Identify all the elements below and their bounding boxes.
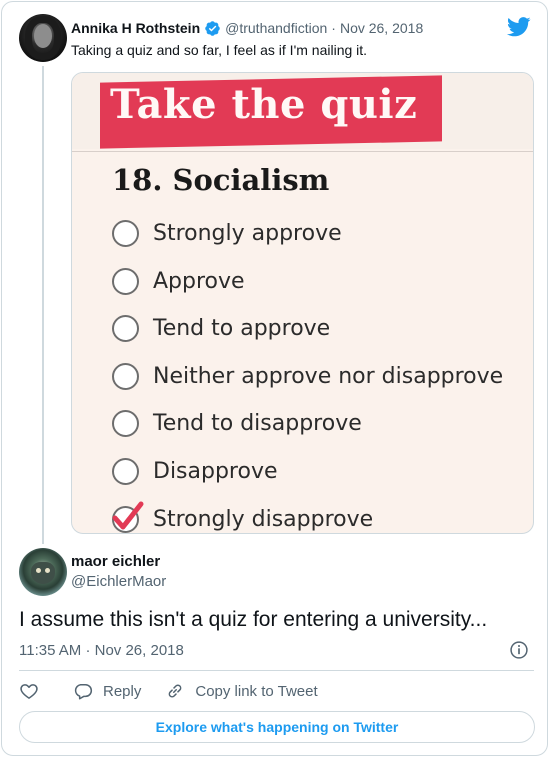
quiz-question-title: 18. Socialism (112, 163, 330, 197)
parent-tweet-text: Taking a quiz and so far, I feel as if I… (71, 42, 368, 58)
reply-label: Reply (103, 682, 142, 700)
quiz-option: Neither approve nor disapprove (112, 361, 503, 391)
quiz-option-label: Neither approve nor disapprove (153, 363, 504, 389)
radio-button-icon (112, 267, 139, 295)
tweet-date[interactable]: Nov 26, 2018 (95, 642, 184, 659)
radio-button-icon (112, 314, 139, 342)
tweet-time[interactable]: 11:35 AM (19, 642, 81, 659)
avatar[interactable] (19, 14, 67, 62)
quiz-option-label: Disapprove (153, 458, 278, 484)
quiz-option-label: Tend to approve (153, 315, 331, 341)
author-handle[interactable]: @EichlerMaor (71, 573, 166, 590)
radio-button-icon (112, 219, 139, 247)
quiz-option-label: Strongly disapprove (153, 506, 374, 532)
verified-badge-icon (205, 20, 220, 36)
reply-button[interactable]: Reply (73, 681, 141, 701)
radio-button-icon (112, 457, 139, 485)
quiz-banner-title: Take the quiz (110, 81, 418, 128)
radio-button-icon (112, 362, 139, 390)
twitter-bird-icon[interactable] (507, 17, 531, 37)
info-icon[interactable] (509, 640, 529, 660)
author-handle[interactable]: @truthandfiction (225, 20, 327, 36)
copy-link-label: Copy link to Tweet (195, 682, 318, 700)
tweet-date[interactable]: Nov 26, 2018 (340, 20, 423, 36)
reply-icon (74, 684, 93, 700)
heart-icon (20, 684, 38, 699)
quiz-option-label: Tend to disapprove (153, 410, 362, 436)
separator-dot: · (331, 20, 336, 36)
tweet-text: I assume this isn't a quiz for entering … (19, 608, 488, 631)
author-name[interactable]: Annika H Rothstein (71, 20, 200, 36)
avatar-eye (36, 568, 41, 573)
copy-link-button[interactable]: Copy link to Tweet (165, 681, 318, 701)
avatar-eye (45, 568, 50, 573)
like-button[interactable] (19, 681, 39, 701)
author-name[interactable]: maor eichler (71, 553, 160, 570)
quiz-option: Tend to approve (112, 313, 330, 343)
divider (72, 151, 533, 152)
checkmark-icon (112, 501, 144, 529)
embedded-tweet-card: Annika H Rothstein @truthandfiction · No… (1, 1, 548, 756)
radio-button-icon (112, 409, 139, 437)
link-icon (168, 684, 182, 698)
quiz-option-label: Strongly approve (153, 220, 342, 246)
avatar[interactable] (19, 548, 67, 596)
quiz-option-label: Approve (153, 268, 245, 294)
quiz-option-selected: Strongly disapprove (112, 501, 374, 533)
avatar-figure (31, 562, 55, 584)
quiz-option: Tend to disapprove (112, 408, 362, 438)
explore-twitter-button[interactable]: Explore what's happening on Twitter (19, 711, 535, 743)
tweet-image[interactable]: Take the quiz 18. Socialism Strongly app… (71, 72, 534, 534)
quiz-option: Disapprove (112, 456, 278, 486)
tweet-actions: Reply Copy link to Tweet (19, 680, 318, 702)
quiz-option: Approve (112, 266, 245, 296)
tweet-timestamp[interactable]: 11:35 AM · Nov 26, 2018 (19, 642, 184, 659)
avatar-face (34, 24, 52, 48)
thread-connector-line (42, 66, 44, 544)
divider (19, 670, 534, 671)
radio-button-checked-icon (112, 501, 144, 533)
separator-dot: · (85, 642, 91, 659)
parent-tweet-header: Annika H Rothstein @truthandfiction · No… (71, 19, 423, 37)
quiz-option: Strongly approve (112, 218, 342, 248)
